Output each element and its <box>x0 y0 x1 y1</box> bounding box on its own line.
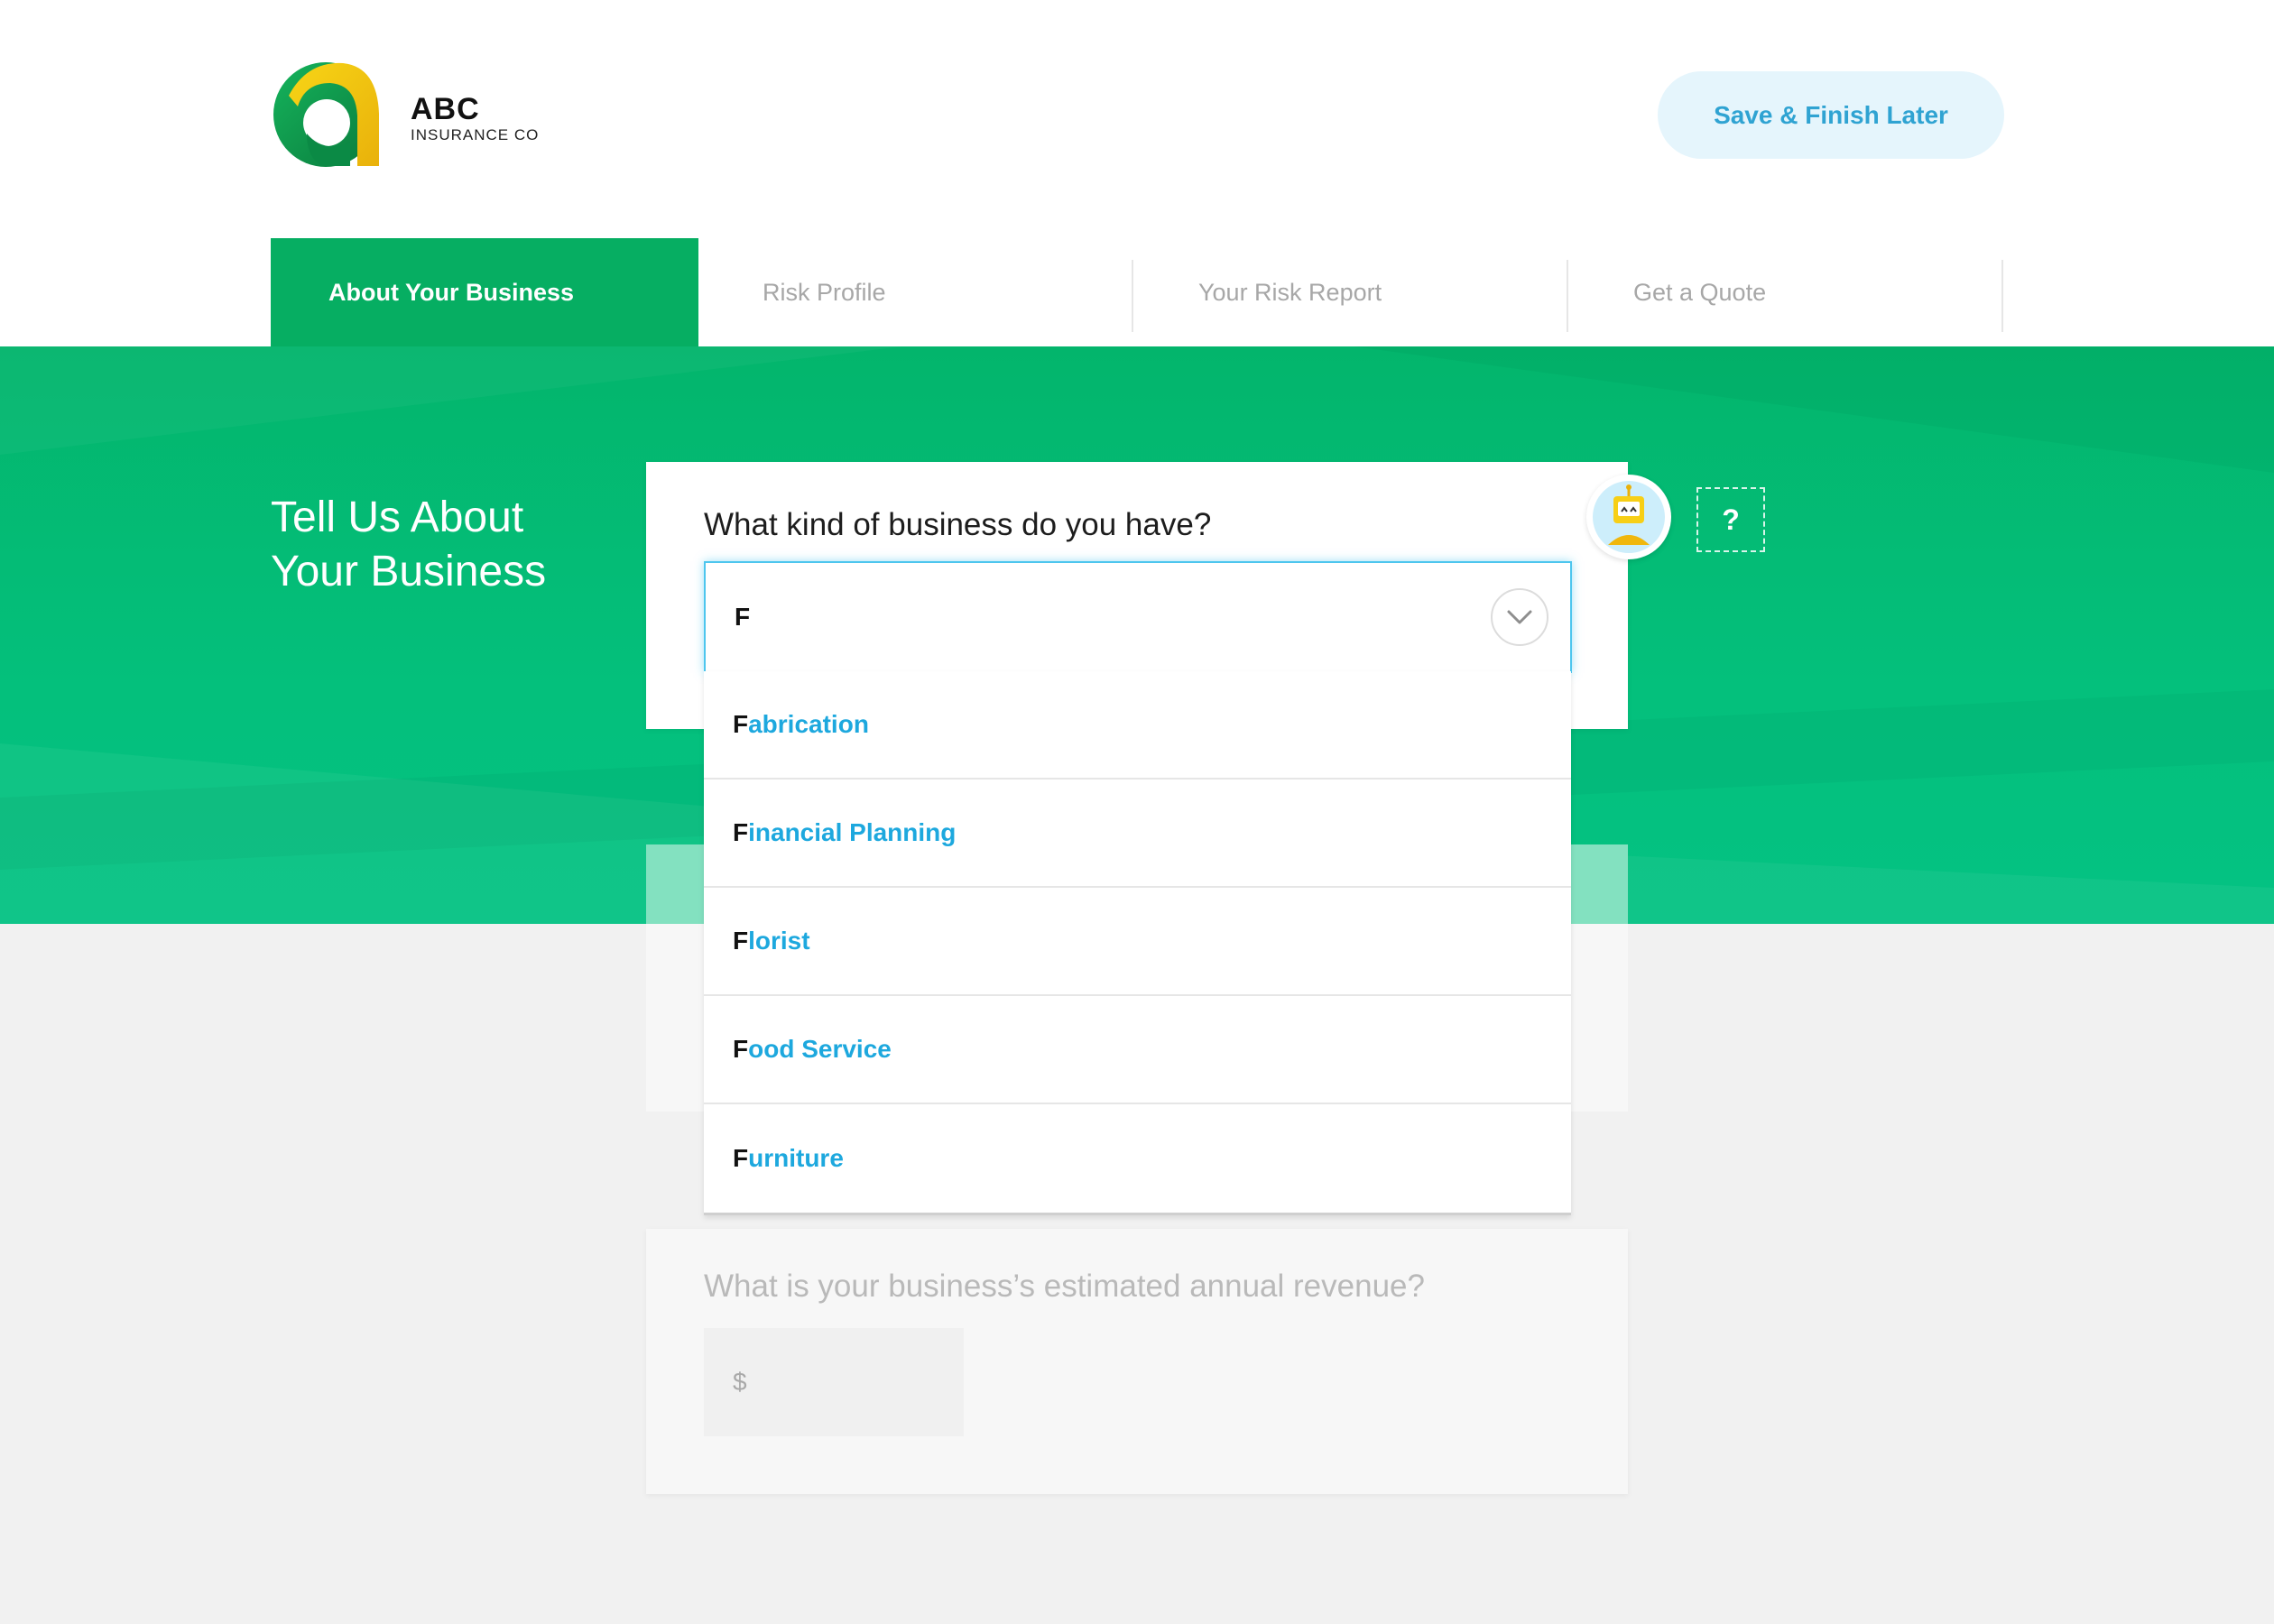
tab-get-a-quote[interactable]: Get a Quote <box>1633 238 1766 346</box>
business-type-value: F <box>735 603 751 631</box>
help-button[interactable]: ? <box>1696 487 1765 552</box>
header: ABC INSURANCE CO Save & Finish Later Abo… <box>0 0 2274 346</box>
abc-logo <box>273 62 379 167</box>
option-rest-text: abrication <box>748 710 869 738</box>
brand-subtitle: INSURANCE CO <box>411 126 540 143</box>
option-rest-text: lorist <box>748 927 810 955</box>
option-match-text: F <box>733 927 749 955</box>
option-rest-text: ood Service <box>748 1035 892 1063</box>
dropdown-toggle-button[interactable] <box>1491 588 1548 646</box>
tab-label: Get a Quote <box>1633 278 1767 306</box>
robot-icon <box>1593 481 1665 553</box>
revenue-question-label: What is your business’s estimated annual… <box>704 1269 1425 1304</box>
revenue-question-card: What is your business’s estimated annual… <box>646 1229 1628 1494</box>
tab-risk-profile[interactable]: Risk Profile <box>763 238 886 346</box>
option-match-text: F <box>733 710 749 738</box>
option-match-text: F <box>733 1035 749 1063</box>
dropdown-option-florist[interactable]: Florist <box>704 888 1571 996</box>
dropdown-option-furniture[interactable]: Furniture <box>704 1104 1571 1213</box>
hero-title: Tell Us About Your Business <box>271 491 546 599</box>
option-match-text: F <box>733 818 749 846</box>
question-icon: ? <box>1722 503 1740 536</box>
tab-about-your-business[interactable]: About Your Business <box>271 238 698 346</box>
tab-your-risk-report[interactable]: Your Risk Report <box>1198 238 1382 346</box>
dropdown-option-financial-planning[interactable]: Financial Planning <box>704 780 1571 888</box>
dropdown-option-fabrication[interactable]: Fabrication <box>704 671 1571 780</box>
option-rest-text: inancial Planning <box>748 818 957 846</box>
tab-label: Your Risk Report <box>1198 278 1382 306</box>
tab-label: About Your Business <box>328 278 575 306</box>
dropdown-option-food-service[interactable]: Food Service <box>704 996 1571 1104</box>
tab-divider <box>1132 260 1133 332</box>
tab-divider <box>2001 260 2003 332</box>
option-rest-text: urniture <box>748 1144 844 1172</box>
hero-title-line: Tell Us About <box>271 494 524 541</box>
tab-divider <box>1567 260 1568 332</box>
business-type-dropdown: Fabrication Financial Planning Florist F… <box>704 671 1571 1215</box>
tab-label: Risk Profile <box>763 278 886 306</box>
currency-prefix: $ <box>733 1368 747 1396</box>
assistant-avatar[interactable] <box>1586 475 1671 559</box>
business-type-input[interactable]: F <box>704 561 1572 673</box>
business-question-label: What kind of business do you have? <box>704 507 1212 542</box>
save-finish-later-button[interactable]: Save & Finish Later <box>1658 71 2004 159</box>
option-match-text: F <box>733 1144 749 1172</box>
revenue-input[interactable]: $ <box>704 1328 964 1436</box>
chevron-down-icon <box>1507 610 1532 624</box>
brand-name: ABC <box>411 92 480 126</box>
hero-title-line: Your Business <box>271 548 547 595</box>
